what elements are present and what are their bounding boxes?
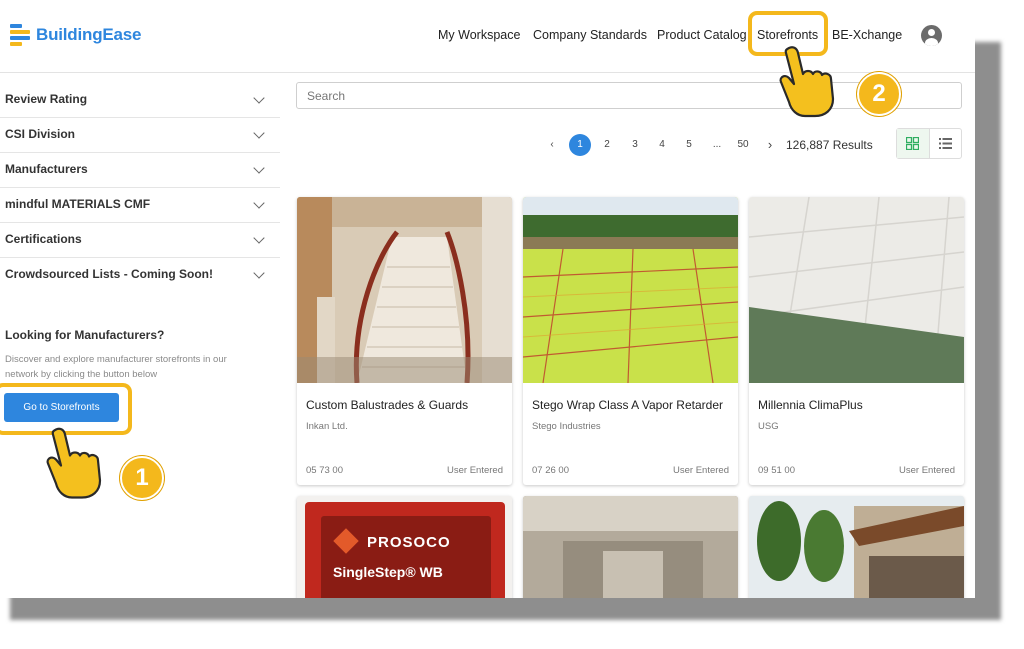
filter-mindful-materials[interactable]: mindful MATERIALS CMF <box>0 187 280 223</box>
product-card[interactable]: Millennia ClimaPlus USG 09 51 00 User En… <box>749 197 964 485</box>
product-csi-code: 07 26 00 <box>532 465 569 476</box>
chevron-down-icon <box>253 267 265 279</box>
brand-logo[interactable]: BuildingEase <box>10 24 141 46</box>
product-manufacturer: Inkan Ltd. <box>306 421 348 432</box>
filter-label: CSI Division <box>5 127 76 141</box>
product-title: Millennia ClimaPlus <box>758 398 863 412</box>
filter-label: Review Rating <box>5 92 88 106</box>
product-image-ceiling <box>749 197 964 383</box>
product-manufacturer: USG <box>758 421 779 432</box>
chevron-down-icon <box>253 197 265 209</box>
chevron-down-icon <box>253 92 265 104</box>
product-title: Stego Wrap Class A Vapor Retarder <box>532 398 723 412</box>
grid-view-icon[interactable] <box>897 129 930 158</box>
product-card[interactable]: Stego Wrap Class A Vapor Retarder Stego … <box>523 197 738 485</box>
page-3[interactable]: 3 <box>628 134 642 156</box>
product-csi-code: 09 51 00 <box>758 465 795 476</box>
pointing-hand-icon <box>46 427 102 499</box>
step-1-badge: 1 <box>120 456 164 500</box>
product-card[interactable]: Custom Balustrades & Guards Inkan Ltd. 0… <box>297 197 512 485</box>
product-image-exterior <box>749 496 964 598</box>
filter-manufacturers[interactable]: Manufacturers <box>0 152 280 188</box>
looking-for-manufacturers-desc: Discover and explore manufacturer storef… <box>5 354 227 380</box>
filter-csi-division[interactable]: CSI Division <box>0 117 280 153</box>
chevron-down-icon <box>253 232 265 244</box>
list-view-icon[interactable] <box>930 129 962 158</box>
product-source: User Entered <box>673 465 729 476</box>
nav-product-catalog[interactable]: Product Catalog <box>657 28 747 42</box>
chevron-down-icon <box>253 127 265 139</box>
product-image-vapor-retarder <box>523 197 738 383</box>
product-title: Custom Balustrades & Guards <box>306 398 469 412</box>
pointing-hand-icon <box>779 46 835 118</box>
filter-label: Manufacturers <box>5 162 88 176</box>
product-source: User Entered <box>899 465 955 476</box>
view-toggle <box>896 128 962 159</box>
page-1[interactable]: 1 <box>569 134 591 156</box>
singlestep-label: SingleStep® WB <box>333 564 443 580</box>
brand-name: BuildingEase <box>36 25 142 44</box>
results-count: 126,887 Results <box>786 138 873 152</box>
product-image-interior <box>523 496 738 598</box>
prosoco-label: PROSOCO <box>367 534 451 551</box>
page-2[interactable]: 2 <box>600 134 614 156</box>
filter-label: mindful MATERIALS CMF <box>5 197 151 211</box>
nav-be-xchange[interactable]: BE-Xchange <box>832 28 902 42</box>
product-csi-code: 05 73 00 <box>306 465 343 476</box>
page-ellipsis: ... <box>712 139 722 150</box>
filter-label: Certifications <box>5 232 82 246</box>
filter-review-rating[interactable]: Review Rating <box>0 82 280 118</box>
product-manufacturer: Stego Industries <box>532 421 601 432</box>
nav-company-standards[interactable]: Company Standards <box>533 28 647 42</box>
filter-certifications[interactable]: Certifications <box>0 222 280 258</box>
product-card-interior[interactable] <box>523 496 738 598</box>
next-page-icon[interactable]: › <box>764 134 776 156</box>
chevron-down-icon <box>253 162 265 174</box>
filter-crowdsourced-lists[interactable]: Crowdsourced Lists - Coming Soon! <box>0 257 280 292</box>
prev-page-icon[interactable]: ‹ <box>546 134 558 156</box>
filter-label: Crowdsourced Lists - Coming Soon! <box>5 267 214 281</box>
step-2-badge: 2 <box>857 72 901 116</box>
user-circle-icon[interactable] <box>921 25 942 46</box>
product-source: User Entered <box>447 465 503 476</box>
page-5[interactable]: 5 <box>682 134 696 156</box>
page-50[interactable]: 50 <box>734 134 752 156</box>
nav-my-workspace[interactable]: My Workspace <box>438 28 520 42</box>
looking-for-manufacturers-title: Looking for Manufacturers? <box>5 328 165 342</box>
product-image-staircase <box>297 197 512 383</box>
buildingease-logo-icon <box>10 24 30 46</box>
product-card-exterior[interactable] <box>749 496 964 598</box>
product-card-prosoco[interactable]: PROSOCO SingleStep® WB <box>297 496 512 598</box>
page-4[interactable]: 4 <box>655 134 669 156</box>
